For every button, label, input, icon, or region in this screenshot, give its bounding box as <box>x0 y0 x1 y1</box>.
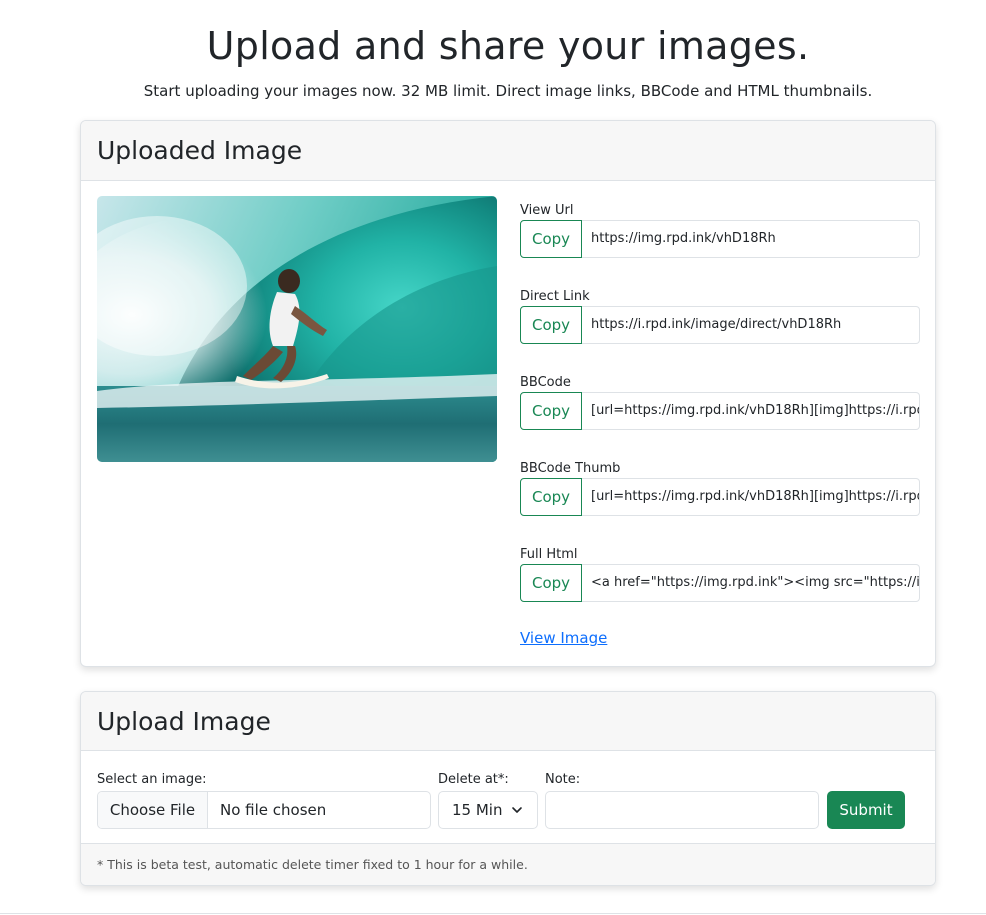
submit-button[interactable]: Submit <box>827 791 905 829</box>
choose-file-button[interactable]: Choose File <box>98 792 208 828</box>
direct-link-label: Direct Link <box>520 289 590 304</box>
select-image-label: Select an image: <box>97 772 207 787</box>
view-url-group: View Url Copy https://img.rpd.ink/vhD18R… <box>520 201 920 287</box>
delete-at-label: Delete at*: <box>438 772 509 787</box>
uploaded-image-heading: Uploaded Image <box>97 136 303 165</box>
upload-image-card: Upload Image Select an image: Choose Fil… <box>80 691 936 886</box>
beta-notice: * This is beta test, automatic delete ti… <box>81 843 935 885</box>
uploaded-image-preview <box>97 196 497 462</box>
bbcode-group: BBCode Copy [url=https://img.rpd.ink/vhD… <box>520 373 920 459</box>
note-label: Note: <box>545 772 581 787</box>
full-html-field[interactable]: <a href="https://img.rpd.ink"><img src="… <box>582 564 920 602</box>
bbcode-field[interactable]: [url=https://img.rpd.ink/vhD18Rh][img]ht… <box>582 392 920 430</box>
full-html-group: Full Html Copy <a href="https://img.rpd.… <box>520 545 920 631</box>
delete-at-select[interactable]: 15 Min <box>438 791 538 829</box>
bbcode-thumb-field[interactable]: [url=https://img.rpd.ink/vhD18Rh][img]ht… <box>582 478 920 516</box>
share-links-panel: View Url Copy https://img.rpd.ink/vhD18R… <box>520 201 920 631</box>
page-divider <box>0 913 986 914</box>
view-image-link[interactable]: View Image <box>520 629 607 647</box>
delete-at-value: 15 Min <box>452 801 503 819</box>
direct-link-group: Direct Link Copy https://i.rpd.ink/image… <box>520 287 920 373</box>
view-url-label: View Url <box>520 203 574 218</box>
copy-view-url-button[interactable]: Copy <box>520 220 582 258</box>
page-subtitle: Start uploading your images now. 32 MB l… <box>143 82 873 100</box>
copy-full-html-button[interactable]: Copy <box>520 564 582 602</box>
file-input[interactable]: Choose File No file chosen <box>97 791 431 829</box>
chevron-down-icon <box>512 807 522 813</box>
upload-image-heading: Upload Image <box>97 706 271 736</box>
copy-direct-link-button[interactable]: Copy <box>520 306 582 344</box>
copy-bbcode-thumb-button[interactable]: Copy <box>520 478 582 516</box>
note-input[interactable] <box>545 791 819 829</box>
bbcode-thumb-label: BBCode Thumb <box>520 461 621 476</box>
view-url-field[interactable]: https://img.rpd.ink/vhD18Rh <box>582 220 920 258</box>
bbcode-label: BBCode <box>520 375 571 390</box>
copy-bbcode-button[interactable]: Copy <box>520 392 582 430</box>
full-html-label: Full Html <box>520 547 578 562</box>
bbcode-thumb-group: BBCode Thumb Copy [url=https://img.rpd.i… <box>520 459 920 545</box>
direct-link-field[interactable]: https://i.rpd.ink/image/direct/vhD18Rh <box>582 306 920 344</box>
file-status-text: No file chosen <box>220 801 327 819</box>
uploaded-image-card: Uploaded Image View Url Copy https://img… <box>80 120 936 667</box>
page-title: Upload and share your images. <box>206 24 810 68</box>
uploaded-image-card-header: Uploaded Image <box>81 121 935 181</box>
upload-image-card-header: Upload Image <box>81 692 935 751</box>
